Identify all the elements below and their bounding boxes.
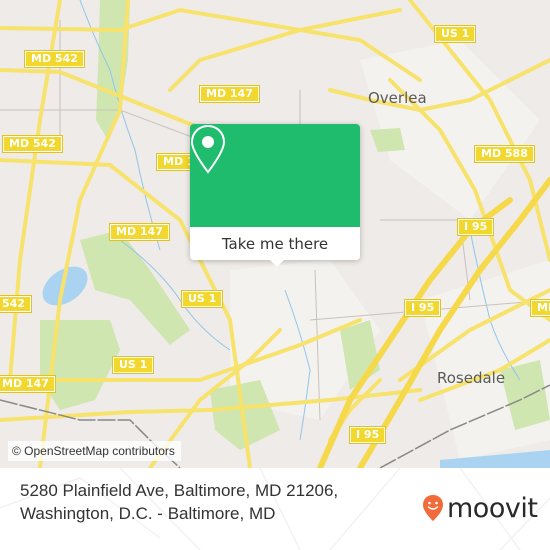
road-label-md-542: 542 xyxy=(0,295,32,313)
road-label-i-95: I 95 xyxy=(403,299,442,317)
road-label-us-1: US 1 xyxy=(111,356,155,374)
road-label-md: MD xyxy=(529,299,550,317)
moovit-logo: moovit xyxy=(422,490,538,526)
map-attribution[interactable]: © OpenStreetMap contributors xyxy=(8,441,181,461)
location-pin-icon xyxy=(190,124,226,174)
place-label-rosedale: Rosedale xyxy=(437,369,506,387)
address-text: 5280 Plainfield Ave, Baltimore, MD 21206… xyxy=(20,479,380,525)
take-me-there-button[interactable]: Take me there xyxy=(190,227,360,260)
take-me-there-label: Take me there xyxy=(221,234,329,253)
moovit-wordmark: moovit xyxy=(447,492,538,524)
road-label-us-1: US 1 xyxy=(433,25,477,43)
road-label-md-542: MD 542 xyxy=(24,50,85,68)
road-label-i-95: I 95 xyxy=(456,218,495,236)
popup-pointer xyxy=(268,258,286,267)
road-label-md-147: MD 147 xyxy=(109,223,170,241)
map-view[interactable]: MD 542 MD 542 542 MD 147 MD 1 MD 147 MD … xyxy=(0,0,550,468)
footer: 5280 Plainfield Ave, Baltimore, MD 21206… xyxy=(0,468,550,550)
road-label-md-588: MD 588 xyxy=(474,145,535,163)
moovit-pin-icon xyxy=(423,495,443,521)
road-label-md-147: MD 147 xyxy=(199,85,260,103)
road-label-md-542: MD 542 xyxy=(2,135,63,153)
road-label-i-95: I 95 xyxy=(348,426,387,444)
address-line-2: Washington, D.C. - Baltimore, MD xyxy=(20,504,276,523)
road-label-us-1: US 1 xyxy=(180,290,224,308)
location-popup: Take me there xyxy=(190,124,360,267)
road-label-md-147: MD 147 xyxy=(0,375,56,393)
place-label-overlea: Overlea xyxy=(368,89,427,107)
address-line-1: 5280 Plainfield Ave, Baltimore, MD 21206… xyxy=(20,481,339,500)
popup-header xyxy=(190,124,360,227)
